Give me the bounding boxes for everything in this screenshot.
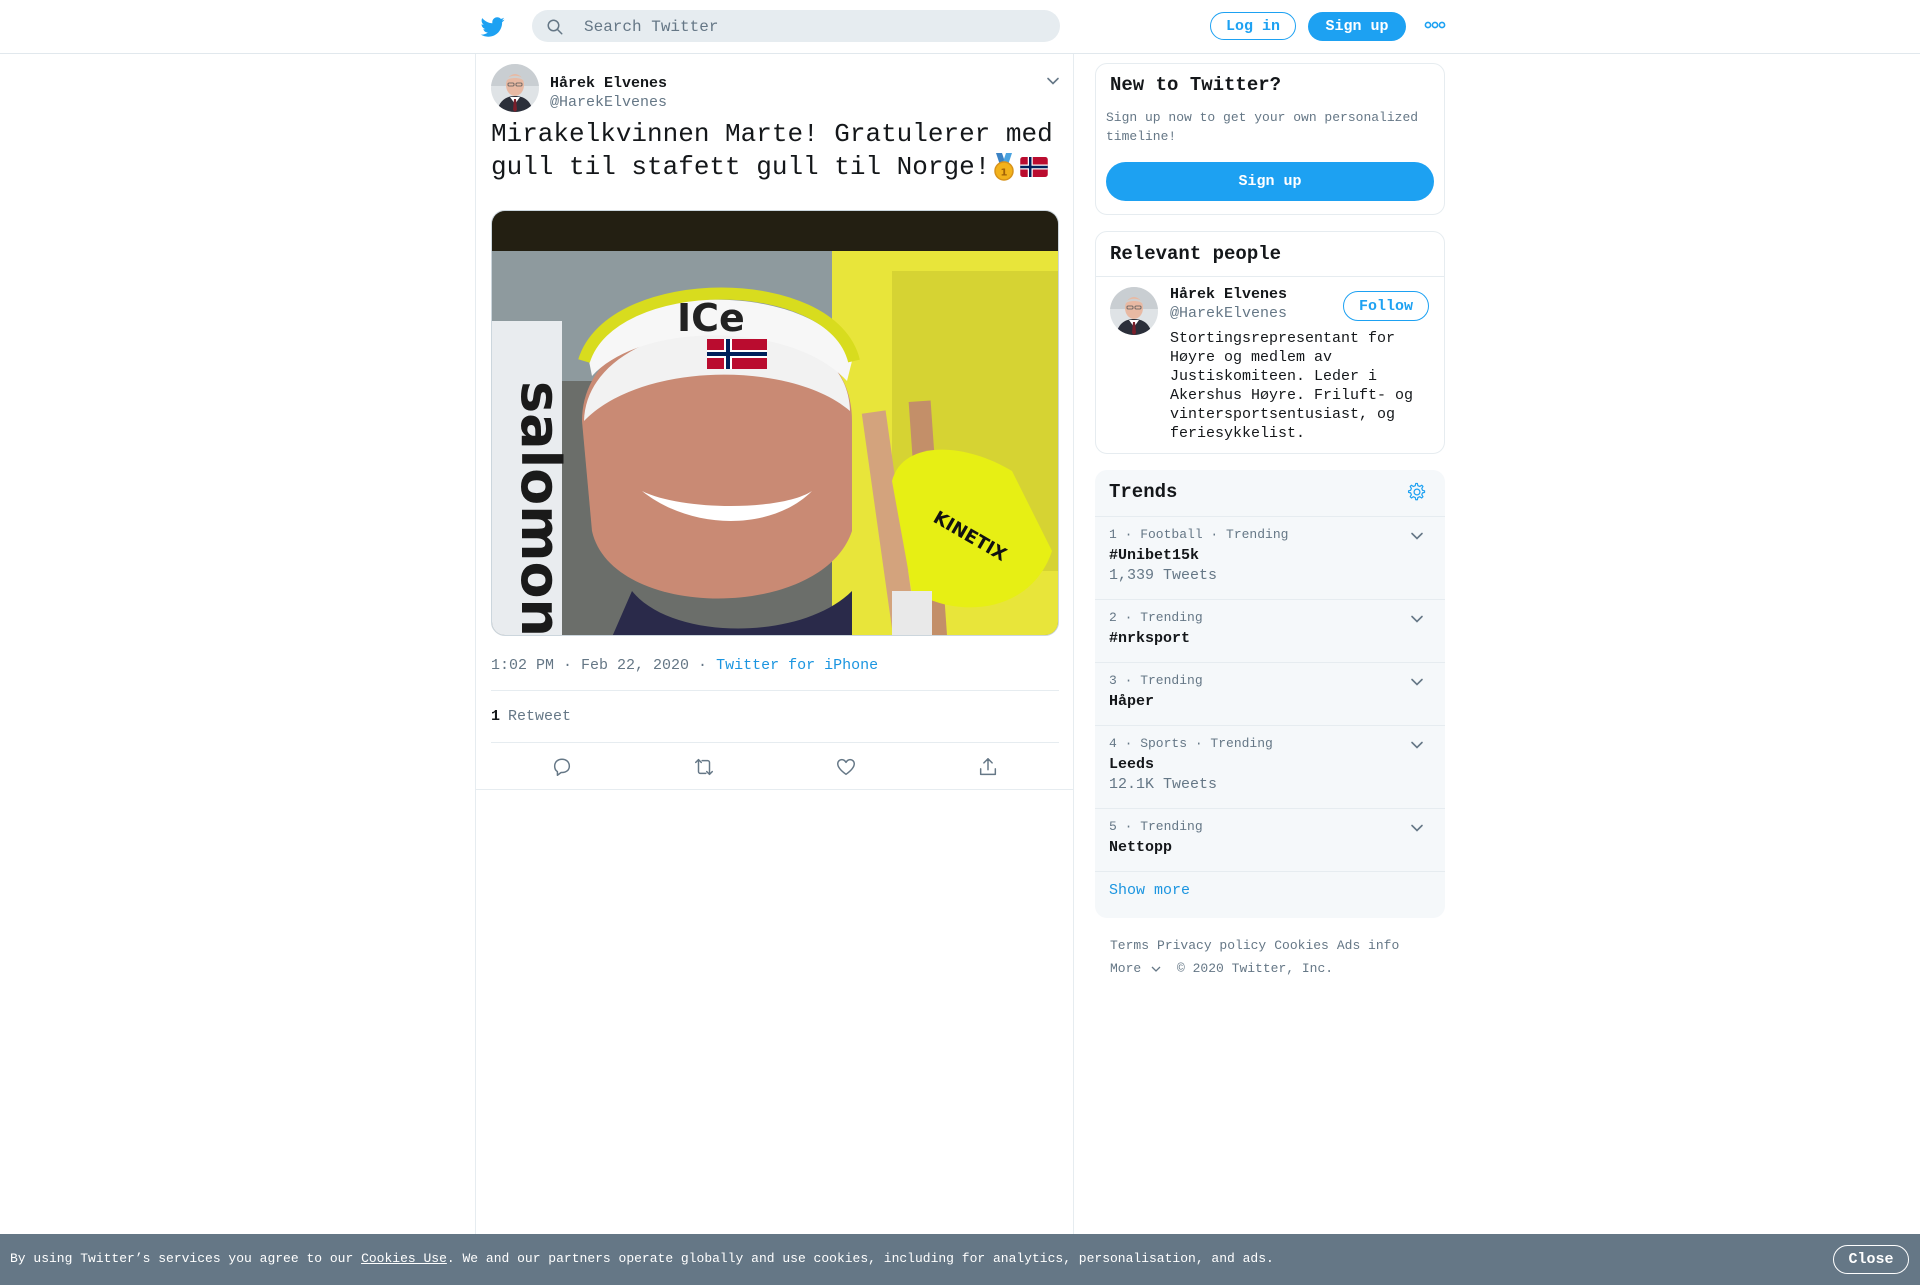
close-cookie-button[interactable]: Close <box>1833 1245 1909 1274</box>
cookies-use-link[interactable]: Cookies Use <box>361 1251 447 1266</box>
login-button[interactable]: Log in <box>1210 12 1296 40</box>
person-name[interactable]: Hårek Elvenes <box>1170 286 1287 303</box>
chevron-down-icon[interactable] <box>1410 675 1424 689</box>
relevant-people-card: Relevant people Hårek Elvenes @HarekElve… <box>1095 231 1445 454</box>
sidebar-signup-button[interactable]: Sign up <box>1106 162 1434 201</box>
tweet-header: Hårek Elvenes @HarekElvenes <box>491 64 1061 114</box>
svg-text:salomon: salomon <box>509 381 572 636</box>
trend-count: 1,339 Tweets <box>1109 567 1218 584</box>
retweet-stats[interactable]: 1 Retweet <box>491 690 1059 743</box>
trend-meta: 4 · Sports · Trending <box>1109 736 1273 751</box>
chevron-down-icon[interactable] <box>1410 738 1424 752</box>
medal-icon: 1 <box>994 153 1015 181</box>
retweet-label: Retweet <box>508 708 572 725</box>
signup-button[interactable]: Sign up <box>1308 12 1406 41</box>
chevron-down-icon[interactable] <box>1046 74 1060 88</box>
trend-name[interactable]: Nettopp <box>1109 839 1172 856</box>
trend-item[interactable]: 4 · Sports · Trending Leeds 12.1K Tweets <box>1095 726 1445 809</box>
trend-meta: 1 · Football · Trending <box>1109 527 1289 542</box>
footer-more-menu[interactable]: More <box>1110 961 1161 976</box>
person-handle[interactable]: @HarekElvenes <box>1170 305 1287 322</box>
tweet-meta: 1:02 PM · Feb 22, 2020 · Twitter for iPh… <box>491 657 878 674</box>
trend-meta: 2 · Trending <box>1109 610 1203 625</box>
tweet-source-link[interactable]: Twitter for iPhone <box>716 657 878 674</box>
tweet-text: Mirakelkvinnen Marte! Gratulerer med gul… <box>491 118 1066 184</box>
tweet-timestamp[interactable]: 1:02 PM · Feb 22, 2020 <box>491 657 689 674</box>
footer-link-cookies[interactable]: Cookies <box>1274 938 1329 953</box>
relevant-people-title: Relevant people <box>1096 232 1444 277</box>
norway-flag-icon <box>1020 157 1049 178</box>
search-icon <box>547 19 563 35</box>
trend-item[interactable]: 1 · Football · Trending #Unibet15k 1,339… <box>1095 517 1445 600</box>
trends-header: Trends <box>1095 470 1445 517</box>
gear-icon[interactable] <box>1407 482 1427 502</box>
trend-item[interactable]: 5 · Trending Nettopp <box>1095 809 1445 872</box>
tweet-photo[interactable]: salomon ICe KINETIX <box>491 210 1059 636</box>
chevron-down-icon[interactable] <box>1410 529 1424 543</box>
top-navigation-bar: Log in Sign up <box>0 0 1920 54</box>
reply-icon[interactable] <box>551 756 573 778</box>
trend-name[interactable]: #Unibet15k <box>1109 547 1199 564</box>
retweet-icon[interactable] <box>693 756 715 778</box>
trends-title: Trends <box>1109 481 1178 503</box>
chevron-down-icon[interactable] <box>1410 821 1424 835</box>
author-name[interactable]: Hårek Elvenes <box>550 75 667 92</box>
author-handle[interactable]: @HarekElvenes <box>550 94 667 111</box>
trend-name[interactable]: #nrksport <box>1109 630 1190 647</box>
new-to-twitter-card: New to Twitter? Sign up now to get your … <box>1095 63 1445 215</box>
trend-count: 12.1K Tweets <box>1109 776 1218 793</box>
footer-link-ads-info[interactable]: Ads info <box>1337 938 1399 953</box>
skier-photo: salomon ICe KINETIX <box>492 211 1058 636</box>
person-bio: Stortingsrepresentant for Høyre og medle… <box>1170 330 1414 442</box>
twitter-bird-icon[interactable] <box>480 15 506 39</box>
svg-text:ICe: ICe <box>677 296 745 340</box>
footer-more-label: More <box>1110 961 1142 976</box>
meta-separator: · <box>689 657 717 674</box>
cookie-suffix: . We and our partners operate globally a… <box>446 1251 1274 1266</box>
person-avatar[interactable] <box>1110 287 1158 335</box>
trend-item[interactable]: 3 · Trending Håper <box>1095 663 1445 726</box>
like-icon[interactable] <box>835 756 857 778</box>
chevron-down-icon <box>1151 966 1161 972</box>
search-input[interactable] <box>582 14 1046 40</box>
new-to-twitter-title: New to Twitter? <box>1110 74 1282 96</box>
cookie-notice-text: By using Twitter’s services you agree to… <box>10 1251 1274 1266</box>
cookie-prefix: By using Twitter’s services you agree to… <box>10 1251 362 1266</box>
footer-copyright: © 2020 Twitter, Inc. <box>1177 961 1334 976</box>
follow-button[interactable]: Follow <box>1343 291 1429 321</box>
tweet-body: Mirakelkvinnen Marte! Gratulerer med gul… <box>491 119 1053 182</box>
trend-meta: 3 · Trending <box>1109 673 1203 688</box>
svg-text:1: 1 <box>1001 168 1008 179</box>
new-to-twitter-description: Sign up now to get your own personalized… <box>1106 110 1419 144</box>
more-options-icon[interactable] <box>1424 18 1446 32</box>
trend-item[interactable]: 2 · Trending #nrksport <box>1095 600 1445 663</box>
trends-card: Trends 1 · Football · Trending #Unibet15… <box>1095 470 1445 918</box>
tweet-column: Hårek Elvenes @HarekElvenes Mirakelkvinn… <box>475 54 1074 1234</box>
chevron-down-icon[interactable] <box>1410 612 1424 626</box>
author-avatar[interactable] <box>491 64 539 112</box>
tweet-actions <box>476 744 1073 790</box>
trend-name[interactable]: Leeds <box>1109 756 1154 773</box>
sidebar-footer: Terms Privacy policy Cookies Ads info More … <box>1110 934 1440 980</box>
footer-link-terms[interactable]: Terms <box>1110 938 1149 953</box>
cookie-consent-bar: By using Twitter’s services you agree to… <box>0 1234 1920 1285</box>
trend-meta: 5 · Trending <box>1109 819 1203 834</box>
retweet-count: 1 <box>491 708 501 725</box>
search-box[interactable] <box>532 10 1060 42</box>
share-icon[interactable] <box>977 756 999 778</box>
show-more-trends-link[interactable]: Show more <box>1109 882 1190 899</box>
trend-name[interactable]: Håper <box>1109 693 1154 710</box>
footer-link-privacy[interactable]: Privacy policy <box>1157 938 1266 953</box>
